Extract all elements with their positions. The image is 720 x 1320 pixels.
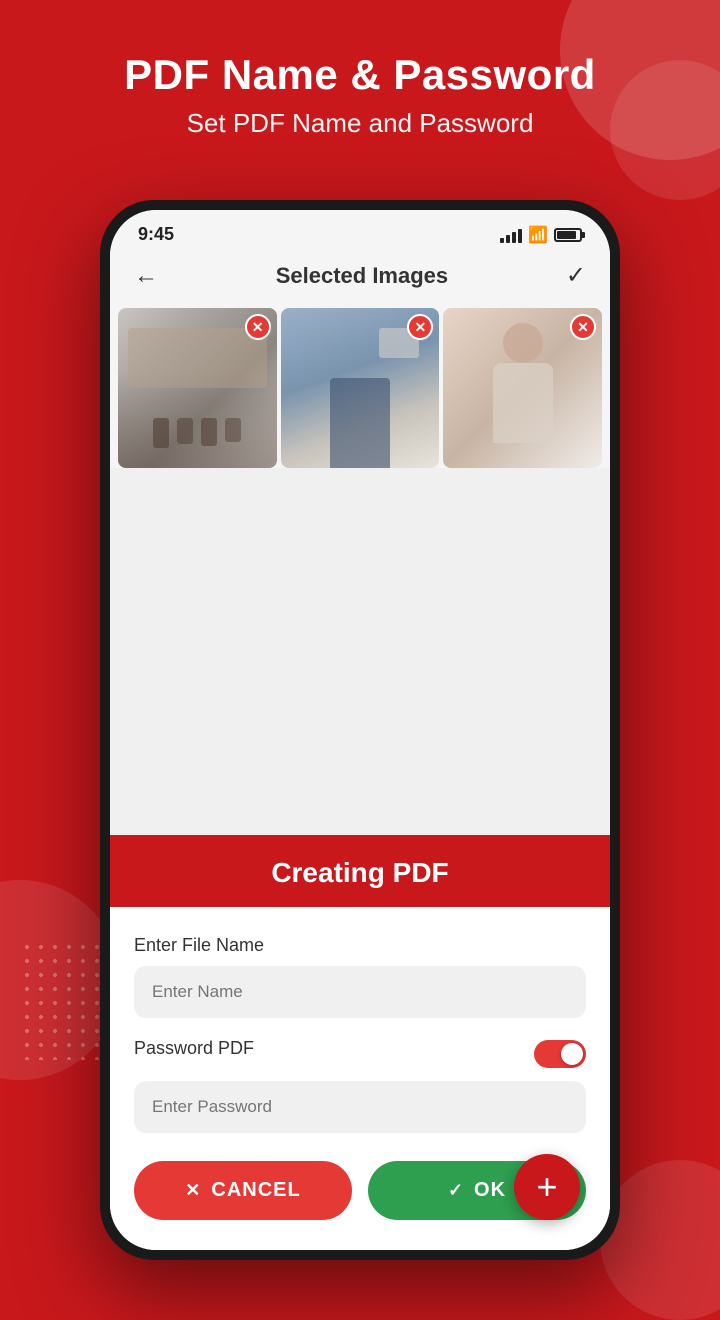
page-title: PDF Name & Password [40, 50, 680, 100]
file-name-input[interactable] [134, 966, 586, 1018]
header-section: PDF Name & Password Set PDF Name and Pas… [0, 0, 720, 169]
status-bar: 9:45 📶 [110, 210, 610, 251]
file-name-label: Enter File Name [134, 935, 586, 956]
status-icons: 📶 [500, 225, 582, 245]
image-grid: ✕ ✕ ✕ [110, 300, 610, 468]
image-thumb-1: ✕ [118, 308, 277, 468]
cancel-label: CANCEL [211, 1179, 300, 1202]
wifi-icon: 📶 [528, 225, 548, 245]
image-thumb-2: ✕ [281, 308, 440, 468]
dialog-header: Creating PDF [110, 835, 610, 907]
app-topbar: ← Selected Images ✓ [110, 251, 610, 300]
cancel-button[interactable]: ✕ CANCEL [134, 1161, 352, 1220]
phone-screen: 9:45 📶 ← Selected Images ✓ [110, 210, 610, 1250]
page-subtitle: Set PDF Name and Password [40, 108, 680, 139]
password-row: Password PDF [134, 1038, 586, 1069]
signal-icon [500, 227, 522, 243]
image-thumb-3: ✕ [443, 308, 602, 468]
dialog-title: Creating PDF [134, 857, 586, 889]
confirm-button[interactable]: ✓ [566, 261, 586, 290]
ok-label: OK [474, 1179, 506, 1202]
phone-mockup: 9:45 📶 ← Selected Images ✓ [100, 200, 620, 1260]
toggle-knob [561, 1043, 583, 1065]
status-time: 9:45 [138, 224, 174, 245]
cancel-x-icon: ✕ [185, 1180, 201, 1201]
battery-icon [554, 228, 582, 242]
remove-image-2-button[interactable]: ✕ [407, 314, 433, 340]
password-label: Password PDF [134, 1038, 254, 1059]
back-button[interactable]: ← [134, 262, 158, 290]
ok-check-icon: ✓ [448, 1180, 464, 1201]
topbar-title: Selected Images [276, 263, 448, 289]
password-toggle[interactable] [534, 1040, 586, 1068]
fab-plus-icon: + [536, 1166, 557, 1208]
remove-image-1-button[interactable]: ✕ [245, 314, 271, 340]
fab-add-button[interactable]: + [514, 1154, 580, 1220]
remove-image-3-button[interactable]: ✕ [570, 314, 596, 340]
password-input[interactable] [134, 1081, 586, 1133]
